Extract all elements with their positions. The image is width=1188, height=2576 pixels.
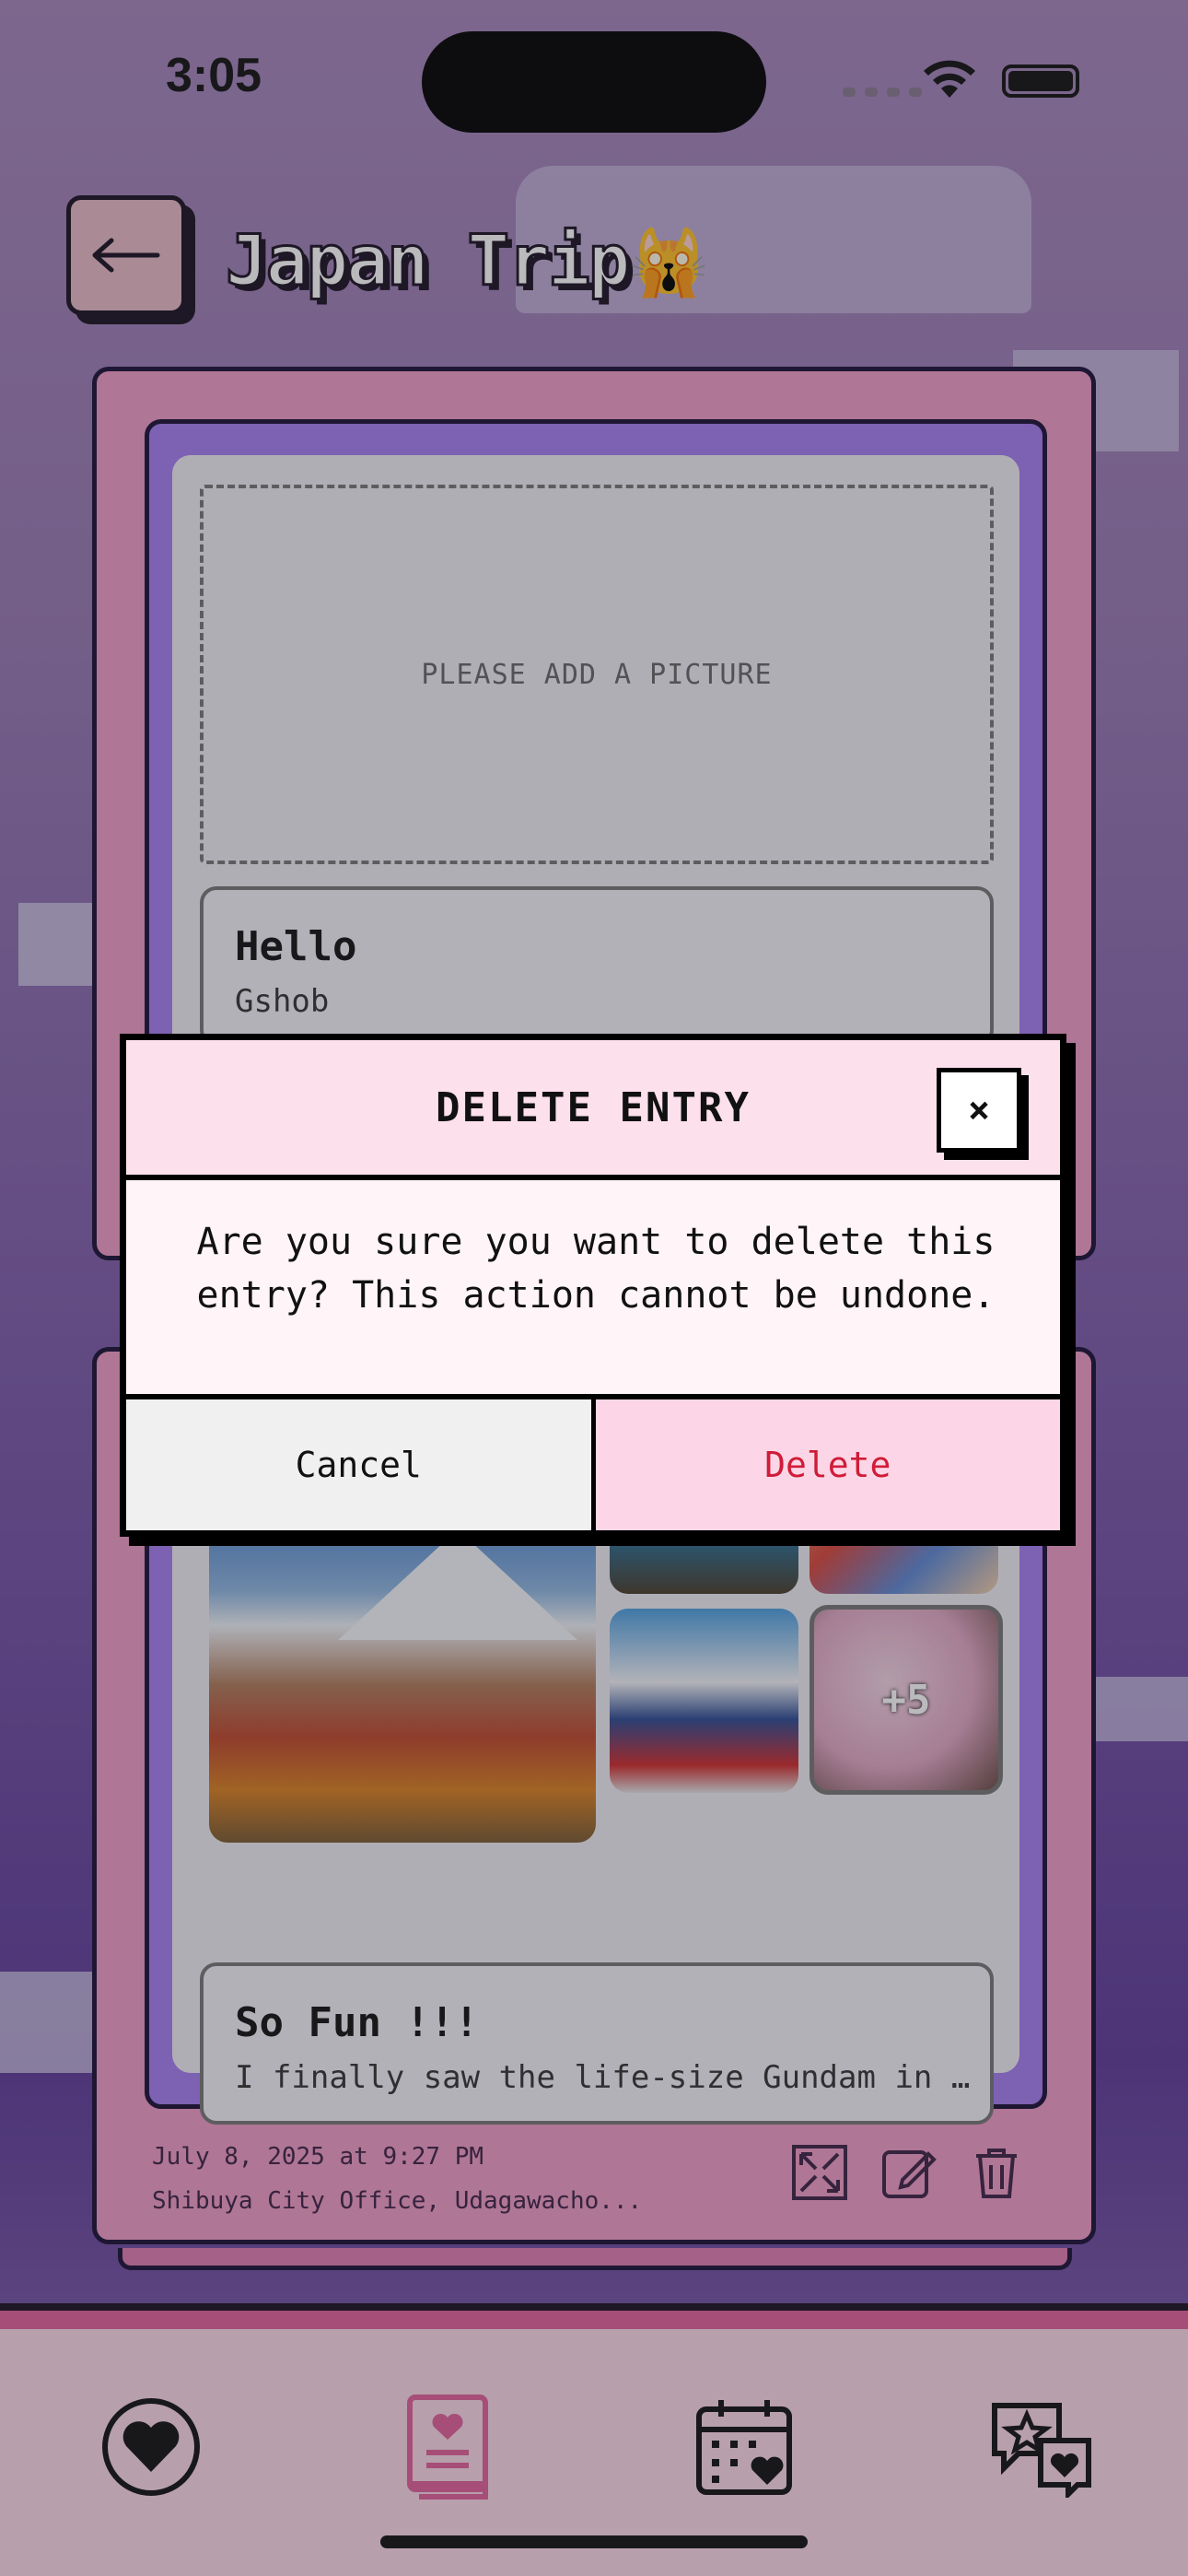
dialog-message: Are you sure you want to delete this ent… <box>196 1221 996 1317</box>
cancel-button-label: Cancel <box>295 1445 422 1485</box>
dialog-actions: Cancel Delete <box>126 1394 1060 1530</box>
delete-button[interactable]: Delete <box>595 1399 1060 1530</box>
delete-button-label: Delete <box>764 1445 891 1485</box>
dialog-title: DELETE ENTRY <box>436 1083 751 1131</box>
cancel-button[interactable]: Cancel <box>126 1399 596 1530</box>
delete-entry-dialog: DELETE ENTRY × Are you sure you want to … <box>120 1034 1066 1537</box>
close-button[interactable]: × <box>937 1068 1021 1153</box>
close-icon: × <box>967 1089 991 1131</box>
dialog-header: DELETE ENTRY × <box>126 1040 1060 1180</box>
